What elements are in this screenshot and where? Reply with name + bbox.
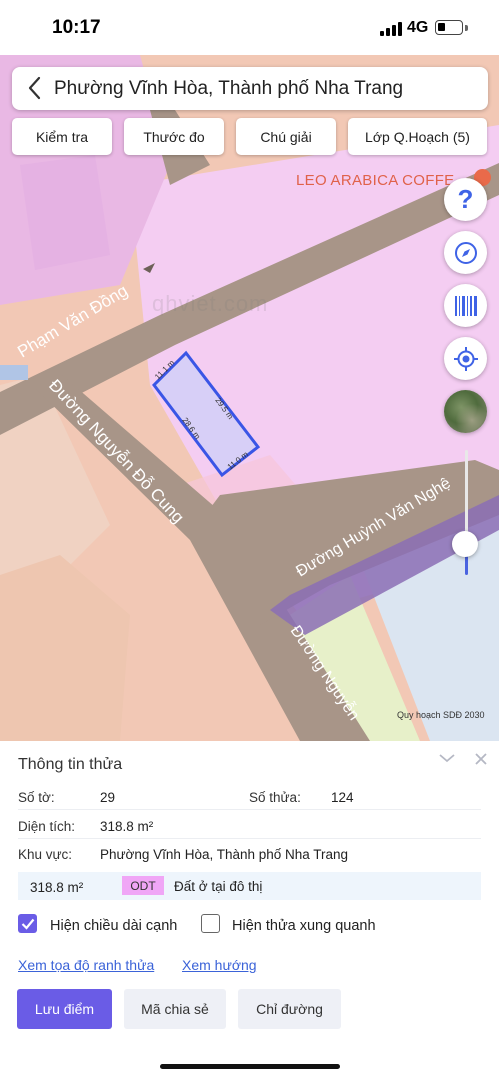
zone-block-nw2 [20, 155, 110, 270]
cellular-signal-icon [380, 22, 402, 36]
check-button[interactable]: Kiểm tra [12, 118, 112, 155]
panel-title: Thông tin thửa [18, 756, 123, 773]
region-value: Phường Vĩnh Hòa, Thành phố Nha Trang [100, 847, 349, 862]
sheet-number-label: Số tờ: [18, 790, 55, 805]
parcel-number-label: Số thửa: [249, 790, 301, 805]
chevron-down-icon[interactable] [438, 752, 456, 764]
search-bar[interactable]: Phường Vĩnh Hòa, Thành phố Nha Trang [12, 67, 488, 110]
share-code-button[interactable]: Mã chia sẻ [124, 989, 226, 1029]
satellite-layer-icon [444, 390, 487, 433]
compass-button[interactable] [444, 231, 487, 274]
area-value: 318.8 m² [100, 819, 154, 834]
barcode-button[interactable] [444, 284, 487, 327]
location-title[interactable]: Phường Vĩnh Hòa, Thành phố Nha Trang [54, 78, 403, 100]
directions-button[interactable]: Chỉ đường [238, 989, 341, 1029]
planning-layer-button[interactable]: Lớp Q.Hoạch (5) [348, 118, 487, 155]
locate-button[interactable] [444, 337, 487, 380]
sheet-number-value: 29 [100, 790, 116, 805]
area-label: Diện tích: [18, 819, 76, 834]
battery-icon [435, 20, 463, 35]
parcel-number-value: 124 [331, 790, 354, 805]
show-neighbors-label[interactable]: Hiện thửa xung quanh [232, 918, 376, 934]
zoom-slider-thumb[interactable] [452, 531, 478, 557]
region-label: Khu vực: [18, 847, 73, 862]
show-neighbors-checkbox[interactable] [201, 914, 220, 933]
compass-icon [454, 241, 477, 264]
view-direction-link[interactable]: Xem hướng [182, 957, 257, 973]
small-blue-block [0, 365, 28, 380]
legend-button[interactable]: Chú giải [236, 118, 336, 155]
help-button[interactable]: ? [444, 178, 487, 221]
view-boundary-coordinates-link[interactable]: Xem tọa độ ranh thửa [18, 957, 154, 973]
locate-icon [453, 346, 478, 371]
show-edges-label[interactable]: Hiện chiều dài cạnh [50, 918, 177, 934]
map-copyright: Quy hoạch SDĐ 2030 [397, 710, 485, 720]
close-icon[interactable] [474, 752, 488, 766]
check-icon [21, 918, 34, 930]
home-indicator[interactable] [160, 1064, 340, 1069]
zone-description: Đất ở tại đô thị [174, 879, 263, 894]
satellite-layer-button[interactable] [444, 390, 487, 433]
save-point-button[interactable]: Lưu điểm [17, 989, 112, 1029]
network-type: 4G [407, 19, 429, 36]
help-icon: ? [457, 184, 474, 214]
ruler-button[interactable]: Thước đo [124, 118, 224, 155]
back-arrow-icon[interactable] [20, 73, 50, 103]
map-watermark: qhviet.com [152, 291, 269, 316]
show-edges-checkbox[interactable] [18, 914, 37, 933]
barcode-icon [454, 295, 477, 316]
battery-cap [465, 25, 468, 31]
map-view[interactable]: Phạm Văn Đồng Đường Nguyễn Đỗ Cung Đường… [0, 55, 499, 741]
divider [18, 838, 481, 839]
zone-code-badge: ODT [122, 876, 164, 895]
zone-area: 318.8 m² [30, 880, 84, 895]
status-time: 10:17 [52, 17, 101, 38]
map-canvas[interactable]: Phạm Văn Đồng Đường Nguyễn Đỗ Cung Đường… [0, 55, 499, 741]
poi-label-coffee[interactable]: LEO ARABICA COFFE [296, 172, 454, 189]
divider [18, 809, 481, 810]
